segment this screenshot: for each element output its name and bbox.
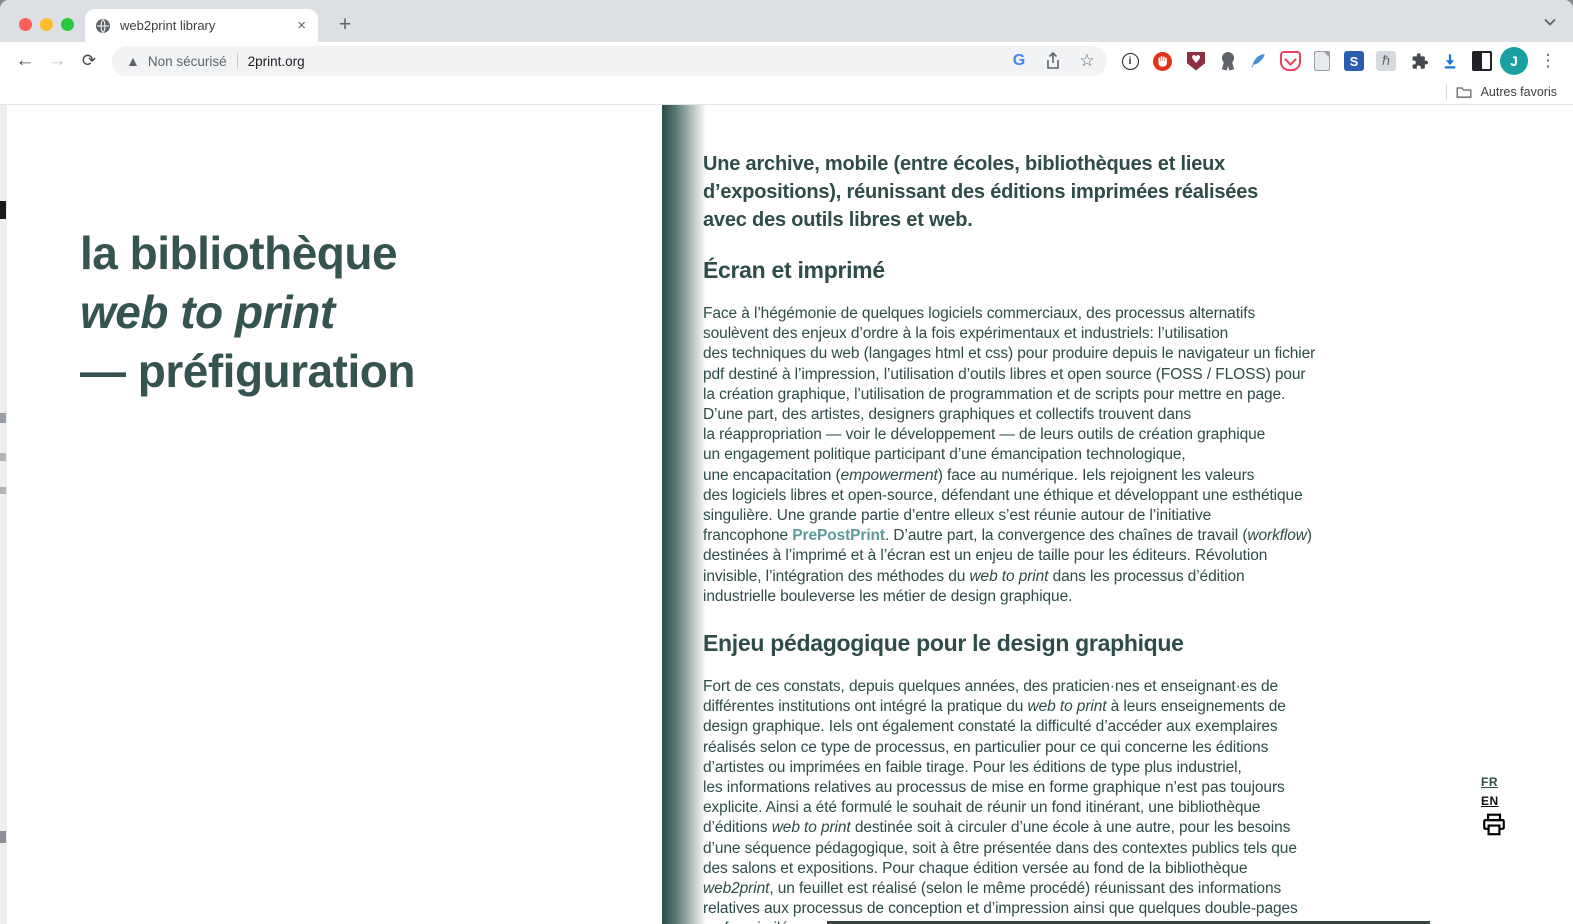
tab-close-icon[interactable]: × [295,17,308,34]
download-icon[interactable] [1436,47,1464,75]
article: Une archive, mobile (entre écoles, bibli… [703,105,1433,924]
section-heading-enjeu-pedagogique: Enjeu pédagogique pour le design graphiq… [703,628,1433,658]
profile-avatar[interactable]: J [1500,47,1528,75]
browser-window: web2print library × + ← → ⟳ ▲ Non sécuri… [0,0,1573,924]
adblock-hand-icon[interactable] [1148,47,1176,75]
bookmarks-separator [1446,84,1447,100]
menu-dots-icon[interactable]: ⋮ [1534,47,1562,75]
prepostprint-link[interactable]: PrePostPrint [792,527,885,544]
share-icon[interactable] [1043,51,1063,71]
traffic-lights [19,18,74,31]
folder-icon [1456,85,1472,99]
forward-icon[interactable]: → [42,46,72,76]
address-bar[interactable]: ▲ Non sécurisé 2print.org G ☆ [112,46,1107,76]
back-icon[interactable]: ← [10,46,40,76]
lang-fr-link[interactable]: FR [1481,775,1521,789]
url-text[interactable]: 2print.org [248,54,305,69]
title-line-1: la bibliothèque [80,224,415,283]
not-secure-warning-icon[interactable]: ▲ [126,54,140,68]
intro-paragraph: Une archive, mobile (entre écoles, bibli… [703,150,1433,234]
title-line-2: web to print [80,283,415,342]
s-square-icon[interactable]: S [1340,47,1368,75]
bookmark-star-icon[interactable]: ☆ [1077,51,1097,71]
security-label[interactable]: Non sécurisé [148,54,227,69]
section-paragraph-enjeu-pedagogique: Fort de ces constats, depuis quelques an… [703,677,1433,924]
tab-search-chevron-icon[interactable] [1540,12,1560,32]
bookmarks-bar: Autres favoris [0,80,1573,105]
browser-tab[interactable]: web2print library × [85,9,318,42]
lang-en-link[interactable]: EN [1481,794,1521,808]
fullscreen-window-button[interactable] [61,18,74,31]
globe-favicon-icon [95,18,111,34]
page-viewport: la bibliothèque web to print — préfigura… [0,105,1573,924]
shield-heart-icon[interactable]: ♥ [1182,47,1210,75]
browser-toolbar: ← → ⟳ ▲ Non sécurisé 2print.org G ☆ i ♥ [0,42,1573,80]
puzzle-extensions-icon[interactable] [1405,47,1433,75]
tab-strip: web2print library × + [0,0,1573,42]
section-paragraph-ecran-et-imprime: Face à l’hégémonie de quelques logiciels… [703,304,1433,607]
tab-title: web2print library [120,18,295,33]
hbar-square-icon[interactable]: ℏ [1372,47,1400,75]
omnibox-separator [237,53,238,69]
reload-icon[interactable]: ⟳ [74,46,104,76]
document-icon[interactable] [1308,47,1336,75]
minimize-window-button[interactable] [40,18,53,31]
page-fold-gradient [662,105,706,924]
page-title: la bibliothèque web to print — préfigura… [80,224,415,401]
viewport-left-edge [0,105,7,924]
info-circle-icon[interactable]: i [1116,47,1144,75]
printer-icon[interactable] [1481,812,1507,838]
new-tab-button[interactable]: + [331,11,359,39]
ribbon-badge-icon[interactable] [1214,47,1242,75]
pocket-icon[interactable] [1276,47,1304,75]
split-square-icon[interactable] [1468,47,1496,75]
feather-icon[interactable] [1244,47,1272,75]
section-heading-ecran-et-imprime: Écran et imprimé [703,255,1433,285]
other-bookmarks-label[interactable]: Autres favoris [1481,85,1557,99]
google-g-icon[interactable]: G [1009,51,1029,71]
close-window-button[interactable] [19,18,32,31]
title-line-3: — préfiguration [80,342,415,401]
language-switcher: FR EN [1481,775,1521,838]
